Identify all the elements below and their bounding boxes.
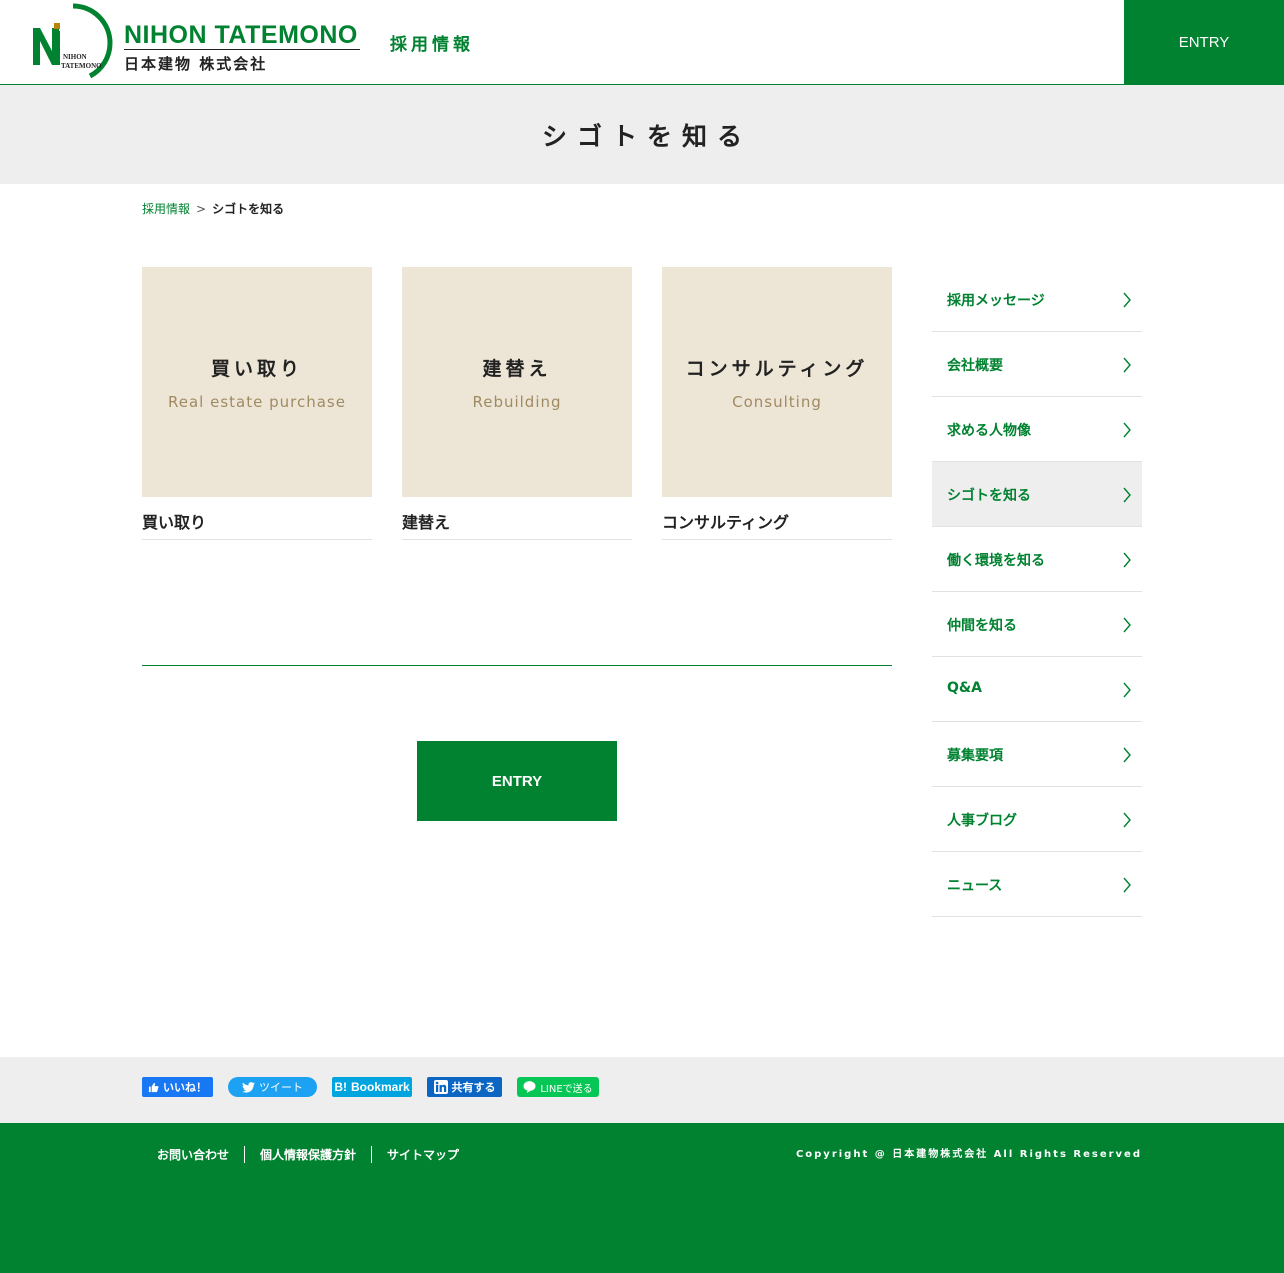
- thumbs-up-icon: [148, 1082, 159, 1092]
- card-thumbnail: 建替え Rebuilding: [402, 267, 632, 497]
- sidebar-item-environment[interactable]: 働く環境を知る: [932, 527, 1142, 592]
- sidebar-item-label: ニュース: [947, 878, 1003, 894]
- share-bar: いいね！ ツイート B! Bookmark 共有する LINEで送る: [0, 1057, 1284, 1123]
- card-thumbnail-title: コンサルティング: [685, 357, 869, 380]
- footer-link-sitemap[interactable]: サイトマップ: [371, 1146, 474, 1163]
- footer-link-privacy[interactable]: 個人情報保護方針: [244, 1146, 371, 1163]
- chevron-right-icon: [1123, 877, 1131, 893]
- card-label: 買い取り: [142, 513, 207, 532]
- chevron-right-icon: [1123, 487, 1131, 503]
- chevron-right-icon: [1123, 357, 1131, 373]
- sidebar-item-label: 働く環境を知る: [947, 553, 1045, 569]
- card-thumbnail-subtitle: Rebuilding: [472, 392, 562, 411]
- chevron-right-icon: [1123, 422, 1131, 438]
- sidebar-item-qa[interactable]: Q&A: [932, 657, 1142, 722]
- card-consulting[interactable]: コンサルティング Consulting コンサルティング: [662, 267, 892, 540]
- card-thumbnail-title: 建替え: [482, 357, 552, 380]
- chevron-right-icon: [1123, 552, 1131, 568]
- footer-links: お問い合わせ 個人情報保護方針 サイトマップ: [142, 1146, 474, 1163]
- sidebar-item-hr-blog[interactable]: 人事ブログ: [932, 787, 1142, 852]
- chevron-right-icon: [1123, 812, 1131, 828]
- site-logo[interactable]: NIHON TATEMONO NIHON TATEMONO 日本建物 株式会社: [28, 3, 368, 81]
- card-thumbnail: コンサルティング Consulting: [662, 267, 892, 497]
- twitter-tweet-label: ツイート: [259, 1081, 303, 1094]
- logo-japanese-name: 日本建物 株式会社: [124, 55, 268, 73]
- sidebar-item-label: 会社概要: [947, 358, 1003, 374]
- line-send-button[interactable]: LINEで送る: [517, 1077, 599, 1097]
- card-thumbnail-subtitle: Real estate purchase: [168, 392, 346, 411]
- card-label: コンサルティング: [662, 513, 790, 532]
- card-thumbnail-subtitle: Consulting: [732, 392, 822, 411]
- company-logo-mark-icon: NIHON TATEMONO: [33, 3, 113, 79]
- linkedin-share-button[interactable]: 共有する: [427, 1077, 502, 1097]
- chevron-right-icon: [1123, 617, 1131, 633]
- sidebar-item-news[interactable]: ニュース: [932, 852, 1142, 917]
- card-rebuilding[interactable]: 建替え Rebuilding 建替え: [402, 267, 632, 540]
- chevron-right-icon: [1123, 747, 1131, 763]
- logo-english-name: NIHON TATEMONO: [124, 21, 358, 49]
- page-title: シゴトを知る: [541, 121, 752, 151]
- facebook-like-button[interactable]: いいね！: [142, 1077, 213, 1097]
- sidebar-item-label: 採用メッセージ: [947, 293, 1045, 309]
- line-chat-icon: [523, 1081, 536, 1093]
- facebook-like-label: いいね！: [163, 1081, 207, 1094]
- breadcrumb: 採用情報 > シゴトを知る: [142, 200, 284, 217]
- hatena-b-icon: B!: [334, 1080, 347, 1094]
- section-divider: [142, 665, 892, 666]
- sidebar-item-company[interactable]: 会社概要: [932, 332, 1142, 397]
- sidebar-nav: 採用メッセージ 会社概要 求める人物像 シゴトを知る 働く環境を知る 仲間を知る…: [932, 267, 1142, 917]
- hatena-bookmark-button[interactable]: B! Bookmark: [332, 1077, 412, 1097]
- sidebar-item-label: シゴトを知る: [947, 488, 1031, 504]
- sidebar-item-work[interactable]: シゴトを知る: [932, 462, 1142, 527]
- linkedin-icon: [433, 1080, 448, 1094]
- twitter-bird-icon: [242, 1081, 255, 1093]
- footer-link-contact[interactable]: お問い合わせ: [142, 1146, 244, 1163]
- main-entry-button[interactable]: ENTRY: [417, 741, 617, 821]
- logo-mark-top-text: NIHON: [63, 53, 87, 61]
- sidebar-item-ideal-person[interactable]: 求める人物像: [932, 397, 1142, 462]
- sidebar-item-label: 募集要項: [947, 748, 1003, 764]
- card-purchase[interactable]: 買い取り Real estate purchase 買い取り: [142, 267, 372, 540]
- page-title-band: シゴトを知る: [0, 85, 1284, 184]
- logo-divider: [124, 49, 360, 50]
- breadcrumb-current: シゴトを知る: [212, 202, 285, 216]
- card-label: 建替え: [402, 513, 451, 532]
- sidebar-item-requirements[interactable]: 募集要項: [932, 722, 1142, 787]
- chevron-right-icon: [1123, 292, 1131, 308]
- sidebar-item-label: 人事ブログ: [947, 813, 1017, 829]
- card-thumbnail: 買い取り Real estate purchase: [142, 267, 372, 497]
- card-thumbnail-title: 買い取り: [210, 357, 303, 380]
- site-header: NIHON TATEMONO NIHON TATEMONO 日本建物 株式会社 …: [0, 0, 1284, 85]
- breadcrumb-separator: >: [196, 202, 207, 216]
- sidebar-item-message[interactable]: 採用メッセージ: [932, 267, 1142, 332]
- breadcrumb-home-link[interactable]: 採用情報: [142, 202, 190, 216]
- sidebar-item-label: 仲間を知る: [947, 618, 1017, 634]
- header-entry-button[interactable]: ENTRY: [1124, 0, 1284, 85]
- site-footer: お問い合わせ 個人情報保護方針 サイトマップ Copyright @ 日本建物株…: [0, 1123, 1284, 1273]
- sidebar-item-colleagues[interactable]: 仲間を知る: [932, 592, 1142, 657]
- sidebar-item-label: 求める人物像: [947, 423, 1031, 439]
- logo-mark-bottom-text: TATEMONO: [61, 62, 102, 70]
- copyright-text: Copyright @ 日本建物株式会社 All Rights Reserved: [795, 1149, 1142, 1160]
- chevron-right-icon: [1123, 682, 1131, 698]
- twitter-tweet-button[interactable]: ツイート: [228, 1077, 317, 1097]
- linkedin-share-label: 共有する: [451, 1081, 496, 1094]
- line-send-label: LINEで送る: [540, 1083, 593, 1095]
- header-subtitle: 採用情報: [390, 35, 474, 55]
- hatena-bookmark-label: Bookmark: [350, 1080, 410, 1094]
- sidebar-item-label: Q&A: [947, 680, 982, 696]
